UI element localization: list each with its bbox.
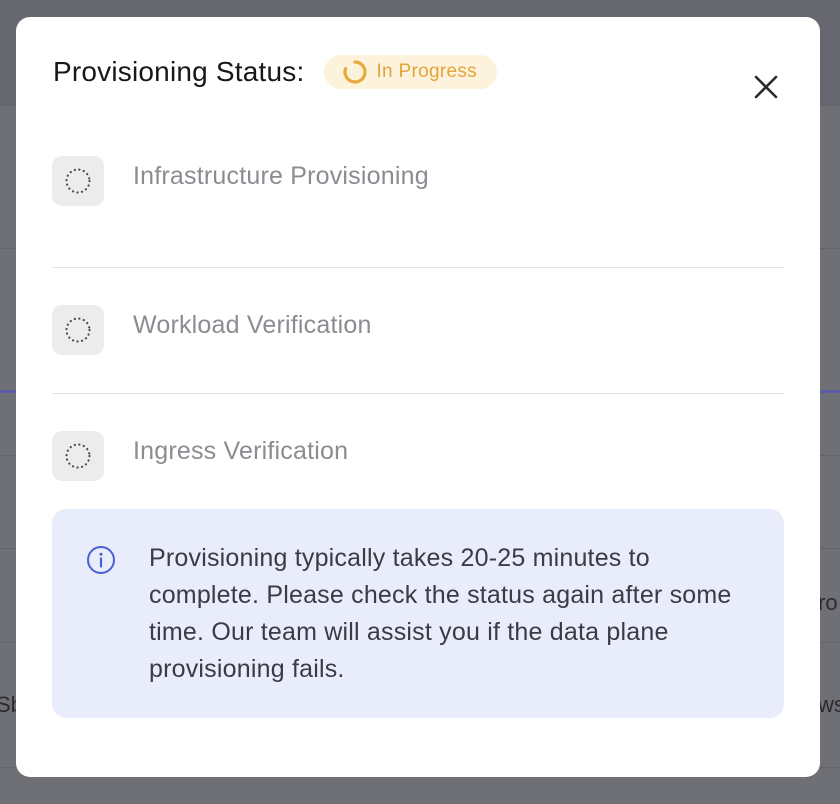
- step-infrastructure-provisioning: Infrastructure Provisioning: [52, 142, 784, 267]
- pending-dotted-circle-icon: [65, 443, 91, 469]
- provisioning-steps-list: Infrastructure Provisioning Workload Ver…: [52, 142, 784, 519]
- spinner-icon: [343, 60, 368, 84]
- pending-dotted-circle-icon: [65, 168, 91, 194]
- step-label: Workload Verification: [133, 311, 372, 339]
- close-button[interactable]: [750, 71, 782, 103]
- info-icon: [87, 546, 115, 574]
- background-text-fragment: ws: [818, 692, 840, 717]
- info-callout: Provisioning typically takes 20-25 minut…: [52, 509, 784, 718]
- step-status-icon-box: [52, 431, 104, 481]
- step-status-icon-box: [52, 305, 104, 355]
- step-workload-verification: Workload Verification: [52, 267, 784, 393]
- background-text-fragment: ro: [818, 590, 838, 615]
- status-badge: In Progress: [324, 55, 497, 89]
- pending-dotted-circle-icon: [65, 317, 91, 343]
- status-label: In Progress: [376, 61, 477, 82]
- info-message: Provisioning typically takes 20-25 minut…: [149, 544, 732, 683]
- modal-title: Provisioning Status:: [53, 56, 305, 87]
- step-status-icon-box: [52, 156, 104, 206]
- step-label: Infrastructure Provisioning: [133, 162, 429, 190]
- provisioning-status-modal: Provisioning Status: In Progress Infrast…: [16, 17, 820, 777]
- modal-header: Provisioning Status: In Progress: [53, 54, 497, 90]
- step-ingress-verification: Ingress Verification: [52, 393, 784, 519]
- step-label: Ingress Verification: [133, 437, 349, 465]
- close-icon: [754, 75, 778, 99]
